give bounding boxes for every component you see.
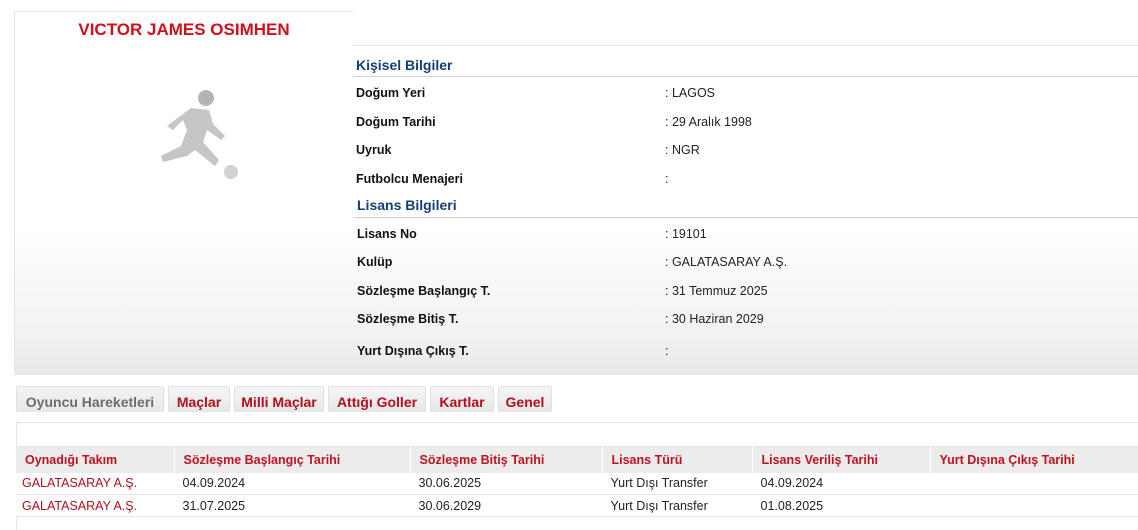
personal-info-value: : [665,172,669,186]
license-info-label: Lisans No [357,227,417,241]
player-photo-column: VICTOR JAMES OSIMHEN [15,12,353,374]
table-header-row: Oynadığı Takım Sözleşme Başlangıç Tarihi S… [16,446,1138,473]
column-header[interactable]: Oynadığı Takım [16,446,175,473]
player-name: VICTOR JAMES OSIMHEN [78,20,290,39]
column-header[interactable]: Lisans Veriliş Tarihi [752,446,931,473]
table-cell: 04.09.2024 [174,472,411,495]
table-cell [930,472,1138,495]
tab-att-goller[interactable]: Attığı Goller [328,386,426,412]
player-silhouette-icon [161,90,238,179]
table-cell [930,494,1138,517]
team-link[interactable]: GALATASARAY A.Ş. [16,494,175,517]
license-info-value: : 30 Haziran 2029 [665,312,764,326]
license-info-label: Sözleşme Başlangıç T. [357,284,491,298]
tab-ma-lar[interactable]: Maçlar [168,386,230,412]
column-header[interactable]: Yurt Dışına Çıkış Tarihi [930,446,1138,473]
license-info-label: Yurt Dışına Çıkış T. [357,344,469,358]
table-row: GALATASARAY A.Ş. 04.09.2024 30.06.2025 Yurt… [16,472,1138,495]
section-divider [353,76,1138,77]
column-header[interactable]: Lisans Türü [602,446,753,473]
personal-info-label: Doğum Tarihi [356,115,436,129]
license-info-label: Sözleşme Bitiş T. [357,312,459,326]
tab-milli-ma-lar[interactable]: Milli Maçlar [234,386,324,412]
table-cell: 30.06.2029 [410,494,603,517]
table-cell: 01.08.2025 [752,494,931,517]
table-row: GALATASARAY A.Ş. 31.07.2025 30.06.2029 Yurt… [16,494,1138,517]
player-info-panel: VICTOR JAMES OSIMHEN Kişisel Bilgiler Do… [14,11,1138,375]
license-info-value: : GALATASARAY A.Ş. [665,255,788,269]
personal-info-label: Uyruk [356,143,392,157]
table-body: GALATASARAY A.Ş. 04.09.2024 30.06.2025 Yurt… [16,472,1138,517]
license-info-title: Lisans Bilgileri [357,197,457,213]
table-cell: 31.07.2025 [174,494,411,517]
team-link[interactable]: GALATASARAY A.Ş. [16,472,175,495]
column-header[interactable]: Sözleşme Başlangıç Tarihi [174,446,411,473]
personal-info-title: Kişisel Bilgiler [356,57,453,73]
transfers-table: Oynadığı Takım Sözleşme Başlangıç Tarihi S… [16,446,1138,517]
license-info-value: : 19101 [665,227,707,241]
license-info-value: : 31 Temmuz 2025 [665,284,768,298]
column-header[interactable]: Sözleşme Bitiş Tarihi [410,446,603,473]
license-info-value: : [665,344,669,358]
tab-genel[interactable]: Genel [498,386,552,412]
panel-header-strip [353,11,1138,46]
tab-oyuncu-hareketleri[interactable]: Oyuncu Hareketleri [16,386,164,412]
personal-info-value: : 29 Aralık 1998 [665,115,752,129]
table-cell: Yurt Dışı Transfer [602,494,753,517]
table-cell: 04.09.2024 [752,472,931,495]
section-divider [353,217,1138,218]
personal-info-value: : NGR [665,143,700,157]
personal-info-label: Futbolcu Menajeri [356,172,463,186]
license-info-label: Kulüp [357,255,393,269]
personal-info-label: Doğum Yeri [356,86,426,100]
personal-info-value: : LAGOS [665,86,716,100]
table-cell: Yurt Dışı Transfer [602,472,753,495]
tab-kartlar[interactable]: Kartlar [430,386,494,412]
table-cell: 30.06.2025 [410,472,603,495]
